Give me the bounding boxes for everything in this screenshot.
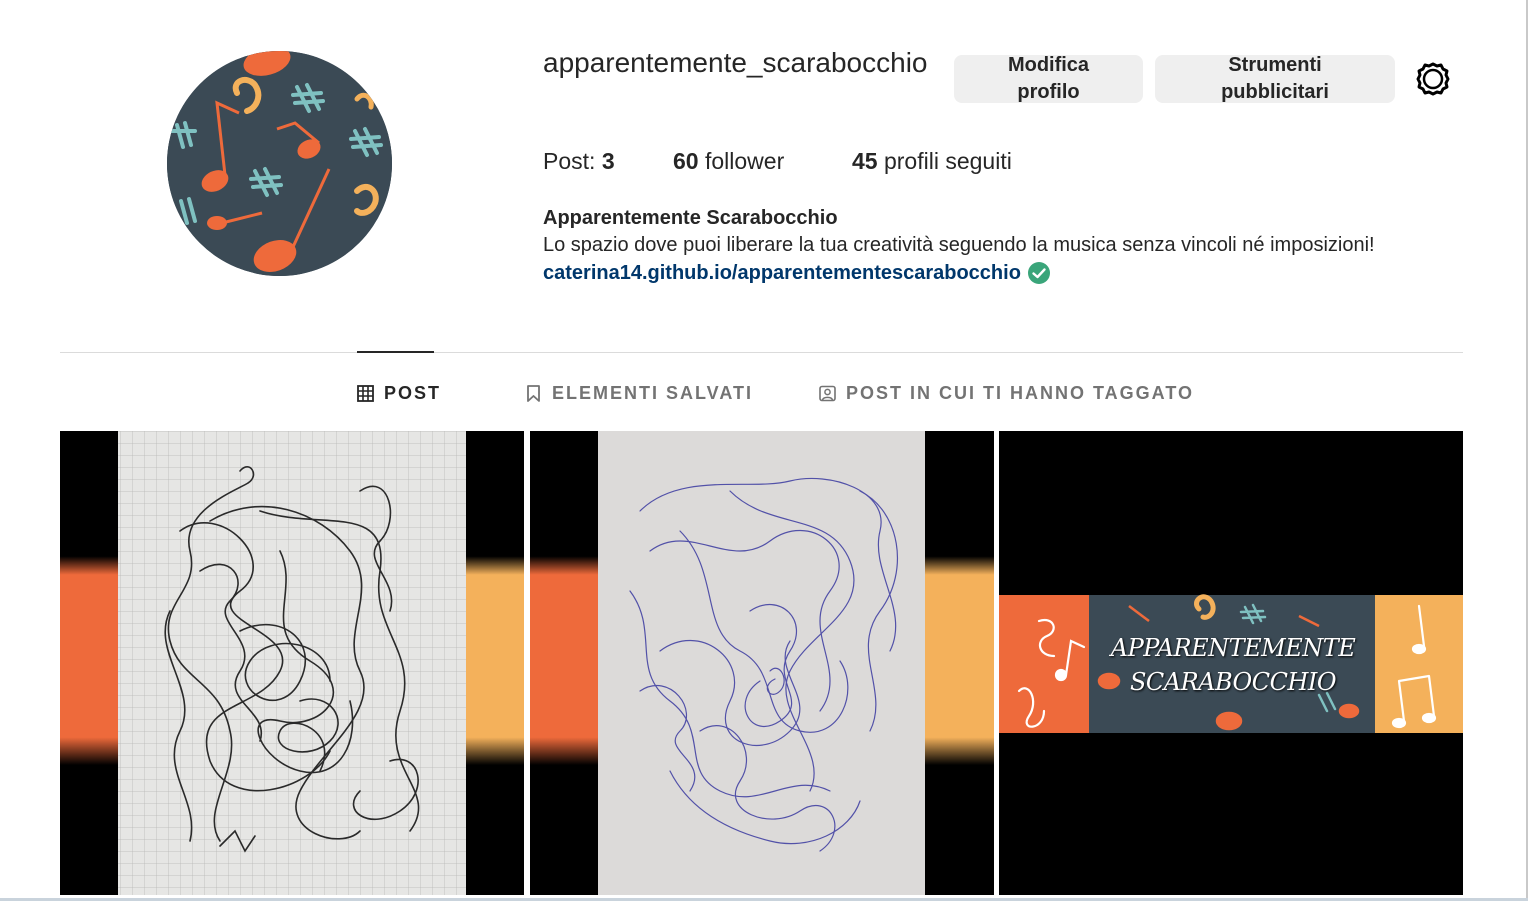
gear-icon[interactable] (1414, 60, 1452, 98)
active-tab-indicator (357, 351, 434, 353)
bio-text: Lo spazio dove puoi liberare la tua crea… (543, 234, 1375, 256)
edit-profile-button[interactable]: Modifica profilo (954, 54, 1143, 103)
grid-icon (357, 384, 374, 402)
following-label: profili seguiti (877, 148, 1012, 174)
tab-saved[interactable]: ELEMENTI SALVATI (525, 381, 753, 405)
posts-count: 3 (601, 148, 615, 174)
post-thumbnail-2[interactable] (530, 431, 994, 895)
posts-count-stat: Post: 3 (543, 146, 615, 176)
followers-count: 60 (673, 148, 699, 174)
posts-label: Post: (543, 148, 602, 174)
avatar-pattern (167, 51, 392, 276)
post-thumbnail-1[interactable] (60, 431, 524, 895)
verified-check-icon (1027, 261, 1051, 285)
bio-link-row: caterina14.github.io/apparentementescara… (543, 260, 1051, 286)
scribble-blue-pen-image (530, 431, 994, 895)
following-count: 45 (852, 148, 878, 174)
followers-label: follower (698, 148, 785, 174)
edit-profile-label: Modifica profilo (1007, 54, 1090, 103)
tabs-divider (60, 352, 1463, 353)
tab-posts-label: POST (384, 382, 442, 403)
tab-tagged-label: POST IN CUI TI HANNO TAGGATO (846, 382, 1194, 403)
scribble-grid-image (60, 431, 524, 895)
banner-title: APPARENTEMENTE SCARABOCCHIO (1089, 631, 1377, 699)
ad-tools-button[interactable]: Strumenti pubblicitari (1155, 54, 1395, 103)
profile-avatar[interactable] (167, 51, 392, 276)
followers-stat[interactable]: 60 follower (673, 146, 784, 176)
tagged-person-icon (819, 385, 836, 401)
tab-saved-label: ELEMENTI SALVATI (552, 382, 753, 403)
bookmark-icon (527, 384, 540, 402)
tab-posts[interactable]: POST (357, 381, 441, 405)
profile-username: apparentemente_scarabocchio (543, 47, 928, 78)
tab-tagged[interactable]: POST IN CUI TI HANNO TAGGATO (819, 381, 1194, 405)
following-stat[interactable]: 45 profili seguiti (852, 146, 1012, 176)
post-thumbnail-3[interactable]: APPARENTEMENTE SCARABOCCHIO (999, 431, 1463, 895)
ad-tools-label: Strumenti pubblicitari (1221, 54, 1329, 103)
banner-line-1: APPARENTEMENTE (1110, 634, 1356, 662)
bio-name: Apparentemente Scarabocchio (543, 207, 838, 229)
banner-line-2: SCARABOCCHIO (1129, 668, 1337, 696)
bio-website-link[interactable]: caterina14.github.io/apparentementescara… (543, 260, 1021, 286)
